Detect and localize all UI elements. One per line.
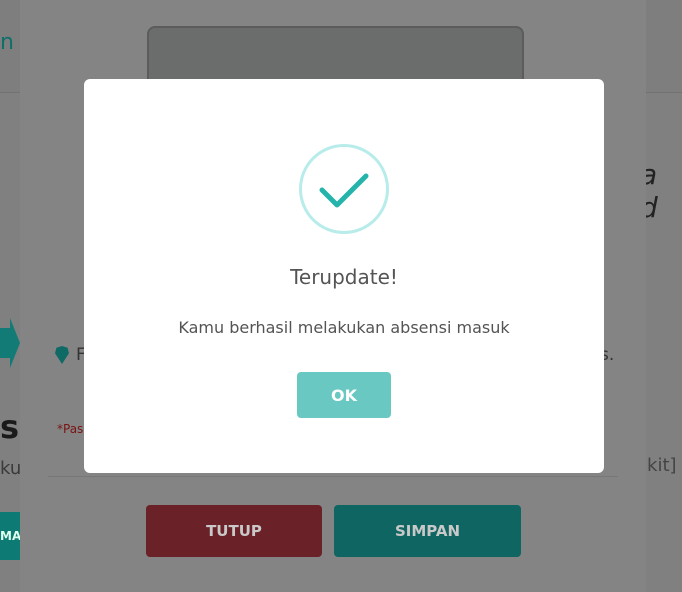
dialog-title: Terupdate! xyxy=(290,265,398,289)
ok-button[interactable]: OK xyxy=(297,372,391,418)
divider xyxy=(48,476,618,477)
dialog-message: Kamu berhasil melakukan absensi masuk xyxy=(178,318,510,337)
checkmark-icon xyxy=(299,144,389,234)
page-subtext-fragment: ku xyxy=(0,458,22,479)
location-pin-icon xyxy=(55,346,69,364)
arrow-icon xyxy=(0,318,20,368)
note-text: *Pas xyxy=(57,422,84,436)
close-button: TUTUP xyxy=(146,505,322,557)
background-button: MAS xyxy=(0,512,22,560)
success-dialog: Terupdate! Kamu berhasil melakukan absen… xyxy=(84,79,604,473)
save-button: SIMPAN xyxy=(334,505,521,557)
italic-text-fragment: a d xyxy=(640,158,658,224)
